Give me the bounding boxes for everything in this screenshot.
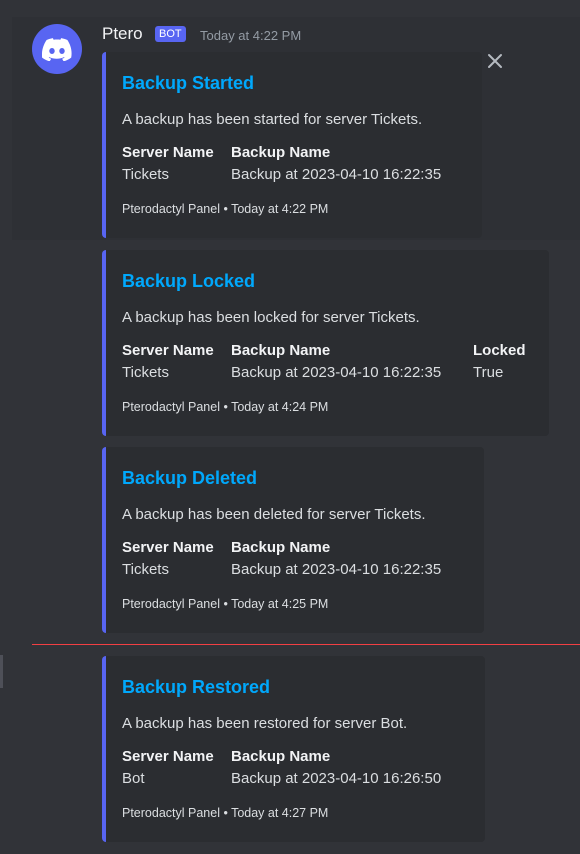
embed-field-backup-name: Backup Name Backup at 2023-04-10 16:22:3… (231, 539, 441, 578)
field-value: Bot (122, 770, 145, 787)
bot-badge: BOT (155, 26, 186, 42)
field-name: Backup Name (231, 144, 331, 161)
embed-title[interactable]: Backup Locked (122, 271, 255, 292)
embed-field-backup-name: Backup Name Backup at 2023-04-10 16:26:5… (231, 748, 441, 787)
embed-backup-restored: Backup Restored A backup has been restor… (102, 656, 485, 842)
embed-title[interactable]: Backup Deleted (122, 468, 257, 489)
embed-backup-locked: Backup Locked A backup has been locked f… (102, 250, 549, 436)
field-name: Server Name (122, 748, 214, 765)
field-name: Server Name (122, 539, 214, 556)
field-value: Backup at 2023-04-10 16:22:35 (231, 166, 442, 183)
embed-field-server-name: Server Name Tickets (122, 144, 214, 183)
author-name[interactable]: Ptero (102, 24, 143, 44)
embed-footer: Pterodactyl Panel • Today at 4:22 PM (122, 202, 329, 216)
field-name: Server Name (122, 342, 214, 359)
embed-backup-started: Backup Started A backup has been started… (102, 52, 482, 238)
embed-footer: Pterodactyl Panel • Today at 4:27 PM (122, 806, 329, 820)
scroll-marker (0, 655, 3, 688)
new-messages-divider (32, 644, 580, 645)
field-value: Tickets (122, 166, 169, 183)
embed-footer: Pterodactyl Panel • Today at 4:24 PM (122, 400, 329, 414)
field-name: Locked (473, 342, 526, 359)
field-name: Backup Name (231, 539, 331, 556)
close-icon[interactable] (483, 49, 507, 73)
embed-field-backup-name: Backup Name Backup at 2023-04-10 16:22:3… (231, 144, 441, 183)
embed-field-server-name: Server Name Bot (122, 748, 214, 787)
field-name: Server Name (122, 144, 214, 161)
field-value: Tickets (122, 364, 169, 381)
field-name: Backup Name (231, 342, 331, 359)
embed-field-server-name: Server Name Tickets (122, 342, 214, 381)
field-value: True (473, 364, 504, 381)
field-value: Backup at 2023-04-10 16:22:35 (231, 561, 442, 578)
message-timestamp[interactable]: Today at 4:22 PM (200, 28, 301, 43)
embed-field-locked: Locked True (473, 342, 526, 381)
field-value: Tickets (122, 561, 169, 578)
embed-title[interactable]: Backup Restored (122, 677, 270, 698)
embed-description: A backup has been locked for server Tick… (122, 309, 420, 326)
top-strip (0, 0, 580, 17)
embed-description: A backup has been started for server Tic… (122, 111, 423, 128)
embed-backup-deleted: Backup Deleted A backup has been deleted… (102, 447, 484, 633)
field-value: Backup at 2023-04-10 16:26:50 (231, 770, 442, 787)
embed-description: A backup has been deleted for server Tic… (122, 506, 426, 523)
field-name: Backup Name (231, 748, 331, 765)
embed-field-server-name: Server Name Tickets (122, 539, 214, 578)
embed-title[interactable]: Backup Started (122, 73, 254, 94)
field-value: Backup at 2023-04-10 16:22:35 (231, 364, 442, 381)
discord-logo-icon (42, 37, 72, 61)
avatar[interactable] (32, 24, 82, 74)
embed-description: A backup has been restored for server Bo… (122, 715, 408, 732)
embed-footer: Pterodactyl Panel • Today at 4:25 PM (122, 597, 329, 611)
embed-field-backup-name: Backup Name Backup at 2023-04-10 16:22:3… (231, 342, 441, 381)
